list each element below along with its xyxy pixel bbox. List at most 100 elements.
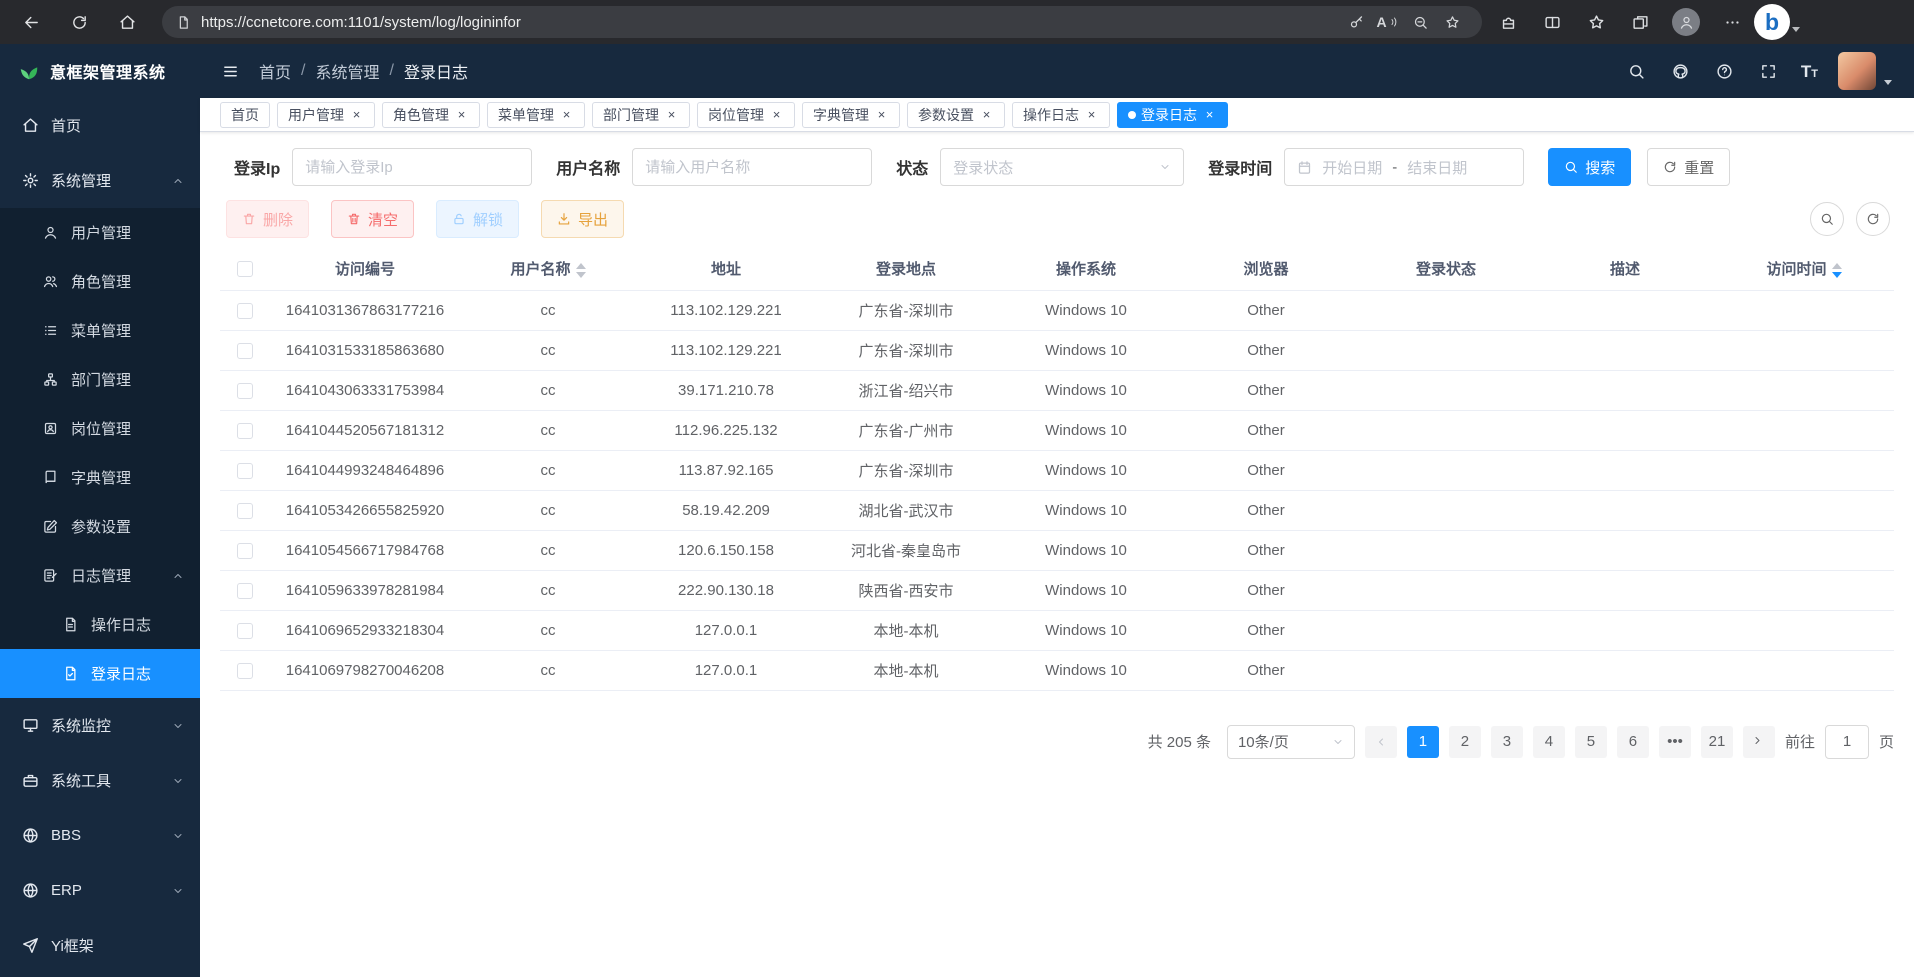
pagination-ellipsis[interactable]: •••: [1659, 726, 1691, 758]
reset-button[interactable]: 重置: [1647, 148, 1730, 186]
sidebar-item-user-mgmt[interactable]: 用户管理: [0, 208, 200, 257]
add-favorite-icon[interactable]: [1436, 7, 1468, 37]
sort-icon[interactable]: [576, 263, 586, 278]
refresh-table-button[interactable]: [1856, 202, 1890, 236]
login-ip-input[interactable]: [292, 148, 532, 186]
sidebar-item-param-settings[interactable]: 参数设置: [0, 502, 200, 551]
browser-profile-avatar[interactable]: [1672, 8, 1700, 36]
tab-home[interactable]: 首页: [220, 102, 270, 128]
sidebar-item-yi-framework[interactable]: Yi框架: [0, 918, 200, 973]
tab-user-mgmt[interactable]: 用户管理 ×: [277, 102, 375, 128]
sidebar-item-bbs[interactable]: BBS: [0, 808, 200, 863]
sidebar-item-system-mgmt[interactable]: 系统管理: [0, 153, 200, 208]
row-checkbox[interactable]: [237, 423, 253, 439]
address-bar[interactable]: https://ccnetcore.com:1101/system/log/lo…: [162, 6, 1482, 38]
date-range-picker[interactable]: 开始日期 - 结束日期: [1284, 148, 1524, 186]
close-icon[interactable]: ×: [349, 107, 364, 122]
tab-login-log[interactable]: 登录日志 ×: [1117, 102, 1228, 128]
header-search-icon[interactable]: [1625, 59, 1649, 83]
toggle-search-button[interactable]: [1810, 202, 1844, 236]
tab-param-settings[interactable]: 参数设置 ×: [907, 102, 1005, 128]
browser-refresh-button[interactable]: [62, 5, 96, 39]
col-visit-time[interactable]: 访问时间: [1714, 248, 1894, 290]
split-screen-icon[interactable]: [1540, 10, 1564, 34]
breadcrumb-home[interactable]: 首页: [259, 59, 291, 83]
zoom-out-icon[interactable]: [1404, 7, 1436, 37]
row-checkbox[interactable]: [237, 583, 253, 599]
avatar-caret-icon[interactable]: [1884, 80, 1892, 85]
github-icon[interactable]: [1669, 59, 1693, 83]
row-checkbox[interactable]: [237, 623, 253, 639]
next-page-button[interactable]: [1743, 726, 1775, 758]
row-checkbox[interactable]: [237, 543, 253, 559]
goto-page-input[interactable]: [1825, 725, 1869, 759]
bing-caret-icon[interactable]: [1792, 27, 1800, 32]
delete-button[interactable]: 删除: [226, 200, 309, 238]
breadcrumb-system-mgmt[interactable]: 系统管理: [315, 59, 379, 83]
favorites-icon[interactable]: [1584, 10, 1608, 34]
hamburger-icon[interactable]: [222, 63, 239, 80]
help-icon[interactable]: [1713, 59, 1737, 83]
url-text[interactable]: https://ccnetcore.com:1101/system/log/lo…: [201, 14, 1340, 31]
page-button-2[interactable]: 2: [1449, 726, 1481, 758]
font-size-icon[interactable]: TT: [1801, 63, 1818, 80]
col-username[interactable]: 用户名称: [460, 248, 636, 290]
site-info-icon[interactable]: [176, 15, 191, 30]
tab-dept-mgmt[interactable]: 部门管理 ×: [592, 102, 690, 128]
page-size-select[interactable]: 10条/页: [1227, 725, 1355, 759]
sidebar-item-sys-tools[interactable]: 系统工具: [0, 753, 200, 808]
page-button-3[interactable]: 3: [1491, 726, 1523, 758]
tab-op-log[interactable]: 操作日志 ×: [1012, 102, 1110, 128]
page-button-5[interactable]: 5: [1575, 726, 1607, 758]
sidebar-item-menu-mgmt[interactable]: 菜单管理: [0, 306, 200, 355]
page-button-21[interactable]: 21: [1701, 726, 1733, 758]
fullscreen-icon[interactable]: [1757, 59, 1781, 83]
row-checkbox[interactable]: [237, 503, 253, 519]
tab-menu-mgmt[interactable]: 菜单管理 ×: [487, 102, 585, 128]
sidebar-item-role-mgmt[interactable]: 角色管理: [0, 257, 200, 306]
row-checkbox[interactable]: [237, 303, 253, 319]
search-button[interactable]: 搜索: [1548, 148, 1631, 186]
browser-back-button[interactable]: [14, 5, 48, 39]
row-checkbox[interactable]: [237, 663, 253, 679]
end-date-placeholder[interactable]: 结束日期: [1407, 157, 1467, 178]
unlock-button[interactable]: 解锁: [436, 200, 519, 238]
sort-icon[interactable]: [1832, 263, 1842, 278]
export-button[interactable]: 导出: [541, 200, 624, 238]
close-icon[interactable]: ×: [1202, 107, 1217, 122]
close-icon[interactable]: ×: [1084, 107, 1099, 122]
row-checkbox[interactable]: [237, 383, 253, 399]
extensions-icon[interactable]: [1496, 10, 1520, 34]
bing-icon[interactable]: b: [1754, 4, 1790, 40]
collections-icon[interactable]: [1628, 10, 1652, 34]
sidebar-item-erp[interactable]: ERP: [0, 863, 200, 918]
page-button-4[interactable]: 4: [1533, 726, 1565, 758]
username-input[interactable]: [632, 148, 872, 186]
start-date-placeholder[interactable]: 开始日期: [1322, 157, 1382, 178]
read-aloud-icon[interactable]: A: [1372, 7, 1404, 37]
sidebar-item-sys-monitor[interactable]: 系统监控: [0, 698, 200, 753]
sidebar-item-post-mgmt[interactable]: 岗位管理: [0, 404, 200, 453]
close-icon[interactable]: ×: [874, 107, 889, 122]
sidebar-item-home[interactable]: 首页: [0, 98, 200, 153]
close-icon[interactable]: ×: [664, 107, 679, 122]
sidebar-item-dept-mgmt[interactable]: 部门管理: [0, 355, 200, 404]
prev-page-button[interactable]: [1365, 726, 1397, 758]
tab-post-mgmt[interactable]: 岗位管理 ×: [697, 102, 795, 128]
select-all-checkbox[interactable]: [237, 261, 253, 277]
sidebar-item-dict-mgmt[interactable]: 字典管理: [0, 453, 200, 502]
close-icon[interactable]: ×: [769, 107, 784, 122]
status-select[interactable]: 登录状态: [940, 148, 1184, 186]
user-avatar[interactable]: [1838, 52, 1876, 90]
sidebar-item-log-mgmt[interactable]: 日志管理: [0, 551, 200, 600]
row-checkbox[interactable]: [237, 343, 253, 359]
row-checkbox[interactable]: [237, 463, 253, 479]
tab-role-mgmt[interactable]: 角色管理 ×: [382, 102, 480, 128]
tab-dict-mgmt[interactable]: 字典管理 ×: [802, 102, 900, 128]
sidebar-item-login-log[interactable]: 登录日志: [0, 649, 200, 698]
browser-settings-icon[interactable]: [1720, 10, 1744, 34]
password-key-icon[interactable]: [1340, 7, 1372, 37]
close-icon[interactable]: ×: [979, 107, 994, 122]
close-icon[interactable]: ×: [454, 107, 469, 122]
app-logo[interactable]: 意框架管理系统: [0, 44, 200, 98]
